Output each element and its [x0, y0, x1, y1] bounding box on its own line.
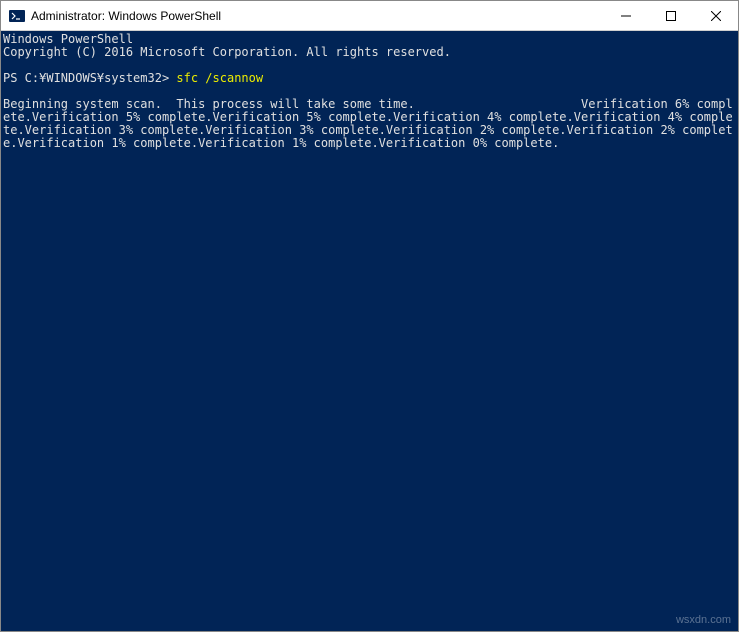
terminal-output: Beginning system scan. This process will… — [3, 97, 733, 150]
terminal-command: sfc /scannow — [176, 71, 263, 85]
terminal-header-line1: Windows PowerShell — [3, 32, 133, 46]
minimize-button[interactable] — [603, 1, 648, 30]
window-controls — [603, 1, 738, 30]
window-title: Administrator: Windows PowerShell — [31, 9, 603, 23]
close-button[interactable] — [693, 1, 738, 30]
maximize-button[interactable] — [648, 1, 693, 30]
watermark: wsxdn.com — [676, 614, 731, 626]
powershell-icon — [9, 8, 25, 24]
terminal-area[interactable]: Windows PowerShell Copyright (C) 2016 Mi… — [1, 31, 738, 631]
titlebar: Administrator: Windows PowerShell — [1, 1, 738, 31]
terminal-header-line2: Copyright (C) 2016 Microsoft Corporation… — [3, 45, 451, 59]
terminal-prompt: PS C:¥WINDOWS¥system32> — [3, 71, 176, 85]
